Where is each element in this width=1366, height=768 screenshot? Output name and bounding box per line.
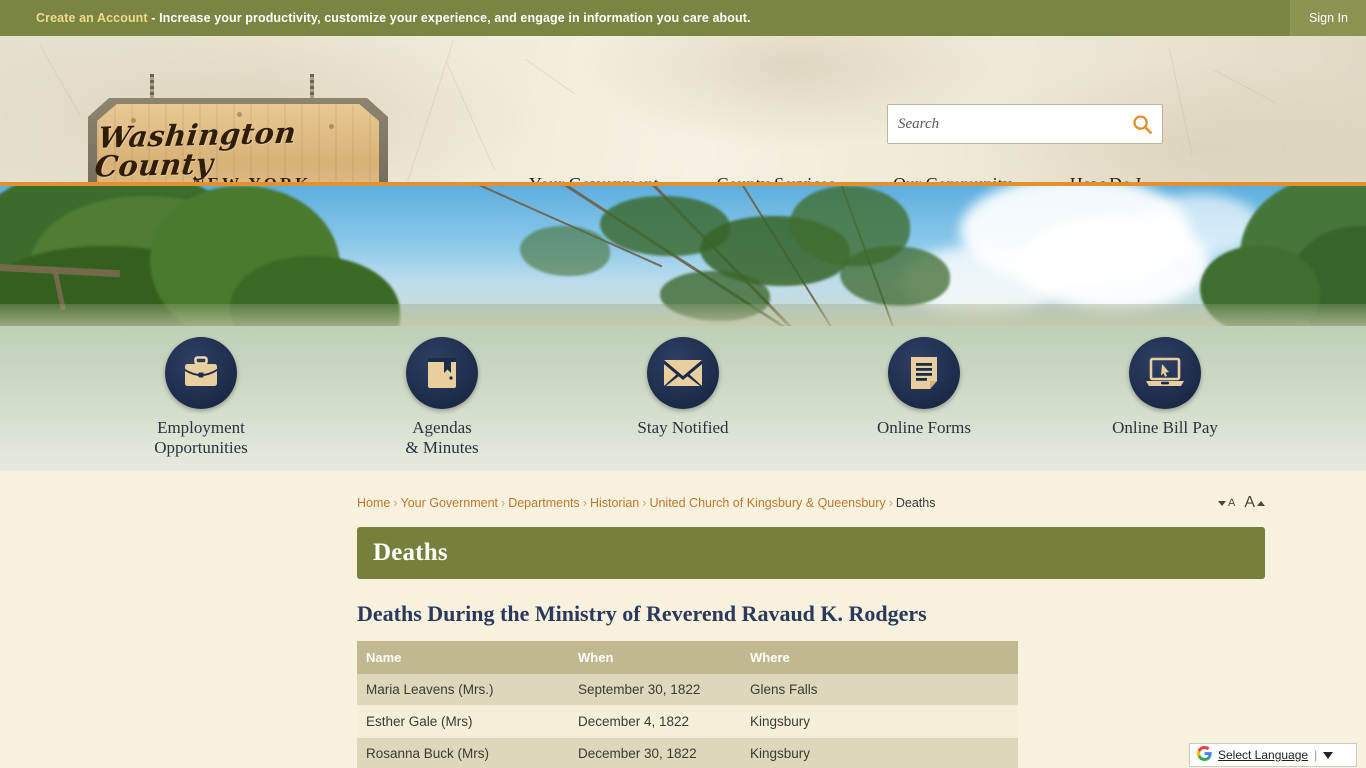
search-icon [1132, 114, 1152, 134]
account-message-text: - Increase your productivity, customize … [147, 11, 751, 25]
increase-text-size-button[interactable]: A [1244, 494, 1265, 512]
table-row: Esther Gale (Mrs) December 4, 1822 Kings… [357, 705, 1018, 738]
search-input[interactable] [888, 115, 1122, 133]
account-message: Create an Account - Increase your produc… [0, 11, 751, 25]
quicklink-online-forms[interactable]: Online Forms [804, 337, 1045, 438]
breadcrumb-separator: › [582, 496, 587, 510]
cell-name: Maria Leavens (Mrs.) [357, 674, 569, 706]
logo-chain-right [310, 74, 314, 100]
logo-chain-left [150, 74, 154, 100]
quicklink-label: Employment Opportunities [154, 418, 248, 458]
book-icon [406, 337, 478, 409]
quicklinks-band: Employment Opportunities Agendas & Minutes [0, 326, 1366, 471]
cell-name: Esther Gale (Mrs) [357, 705, 569, 738]
search-box[interactable] [887, 104, 1163, 144]
decrease-text-size-button[interactable]: A [1217, 497, 1236, 509]
breadcrumb-item-home[interactable]: Home [357, 496, 390, 510]
nav-item-how-do-i[interactable]: How Do I... [1041, 174, 1185, 186]
main-navigation: Your Government County Services Our Comm… [500, 174, 1184, 186]
quicklink-online-bill-pay[interactable]: Online Bill Pay [1045, 337, 1286, 438]
briefcase-icon [165, 337, 237, 409]
quicklink-employment-opportunities[interactable]: Employment Opportunities [81, 337, 322, 458]
logo-text: Washington County NEW YORK [93, 104, 379, 186]
breadcrumb-separator: › [642, 496, 647, 510]
header-texture-branch [1213, 69, 1277, 104]
logo-county-name: Washington County [92, 115, 299, 184]
site-header: Washington County NEW YORK Share [0, 36, 1366, 186]
cell-name: Rosanna Buck (Mrs) [357, 737, 569, 768]
decrease-text-size-label: A [1227, 497, 1236, 509]
nav-item-your-government[interactable]: Your Government [500, 174, 688, 186]
table-header-row: Name When Where [357, 641, 1018, 674]
quicklink-label: Online Forms [877, 418, 971, 437]
laptop-icon [1129, 337, 1201, 409]
nav-item-county-services[interactable]: County Services [688, 174, 865, 186]
sign-in-button[interactable]: Sign In [1290, 0, 1366, 36]
chevron-up-icon [1257, 500, 1265, 506]
header-texture-branch [525, 58, 575, 95]
cell-where: Kingsbury [741, 705, 1018, 738]
breadcrumb: Home › Your Government › Departments › Histori… [357, 496, 935, 510]
translate-divider: | [1314, 748, 1318, 762]
column-header-name: Name [357, 641, 569, 674]
breadcrumb-separator: › [501, 496, 506, 510]
quicklink-label: Agendas & Minutes [405, 418, 479, 458]
search-submit-button[interactable] [1122, 105, 1162, 143]
breadcrumb-item-departments[interactable]: Departments [508, 496, 580, 510]
top-account-bar: Create an Account - Increase your produc… [0, 0, 1366, 36]
page-body: Adult Baptism Records Child Baptism Reco… [0, 471, 1366, 768]
section-subtitle: Deaths During the Ministry of Reverend R… [357, 601, 927, 626]
increase-text-size-label: A [1244, 494, 1255, 511]
deaths-table: Name When Where Maria Leavens (Mrs.) Sep… [357, 641, 1018, 768]
column-header-when: When [569, 641, 741, 674]
page-title-bar: Deaths [357, 527, 1265, 579]
breadcrumb-separator: › [888, 496, 893, 510]
cell-when: December 4, 1822 [569, 705, 741, 738]
site-logo[interactable]: Washington County NEW YORK [88, 74, 388, 186]
cell-when: December 30, 1822 [569, 737, 741, 768]
chevron-down-icon[interactable] [1323, 751, 1334, 759]
breadcrumb-row: Home › Your Government › Departments › Histori… [357, 471, 1265, 512]
quicklink-stay-notified[interactable]: Stay Notified [563, 337, 804, 438]
select-language-label: Select Language [1218, 748, 1309, 762]
table-row: Maria Leavens (Mrs.) September 30, 1822 … [357, 674, 1018, 706]
breadcrumb-item-current: Deaths [895, 496, 936, 510]
cell-when: September 30, 1822 [569, 674, 741, 706]
chevron-down-icon [1217, 500, 1226, 506]
hero-banner-image [0, 186, 1366, 326]
page-title: Deaths [373, 539, 448, 566]
breadcrumb-item-united-church[interactable]: United Church of Kingsbury & Queensbury [649, 496, 885, 510]
text-size-controls: A A [1217, 494, 1265, 512]
breadcrumb-separator: › [393, 496, 398, 510]
quicklinks-list: Employment Opportunities Agendas & Minutes [0, 326, 1366, 471]
quicklink-label: Online Bill Pay [1112, 418, 1218, 437]
header-texture-branch [445, 60, 496, 172]
main-content: Home › Your Government › Departments › Histori… [357, 471, 1265, 768]
create-account-link[interactable]: Create an Account [36, 11, 148, 25]
envelope-icon [647, 337, 719, 409]
quicklink-label: Stay Notified [637, 418, 729, 437]
breadcrumb-item-historian[interactable]: Historian [590, 496, 639, 510]
header-texture-branch [40, 46, 81, 116]
document-icon [888, 337, 960, 409]
breadcrumb-item-your-government[interactable]: Your Government [401, 496, 499, 510]
google-logo-icon [1196, 745, 1212, 764]
cell-where: Glens Falls [741, 674, 1018, 706]
header-texture-branch [406, 39, 455, 183]
column-header-where: Where [741, 641, 1018, 674]
table-row: Rosanna Buck (Mrs) December 30, 1822 Kin… [357, 737, 1018, 768]
nav-item-our-community[interactable]: Our Community [864, 174, 1041, 186]
google-translate-widget[interactable]: Select Language | [1189, 743, 1357, 767]
cell-where: Kingsbury [741, 737, 1018, 768]
quicklink-agendas-minutes[interactable]: Agendas & Minutes [322, 337, 563, 458]
header-texture-branch [1168, 47, 1193, 155]
